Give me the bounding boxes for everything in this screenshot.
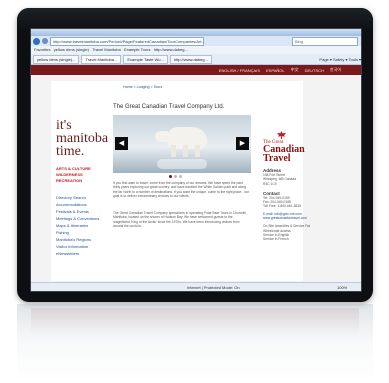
ice-reflection (157, 159, 207, 169)
page-menu[interactable]: Page ▾ (319, 57, 331, 62)
favorite-item[interactable]: Travel Manitoba (92, 47, 121, 52)
company-info-panel: The Great Canadian Travel Address 158 Fo… (263, 131, 310, 242)
language-link[interactable]: 한국어 (330, 67, 341, 73)
tools-menu[interactable]: Tools ▾ (349, 57, 361, 62)
language-link[interactable]: DEUTSCH (305, 68, 324, 73)
window-titlebar (31, 29, 361, 36)
polar-bear-leg (183, 145, 188, 157)
tab-3[interactable]: Example Taste Wo... (123, 54, 168, 64)
safety-menu[interactable]: Safety ▾ (333, 57, 347, 62)
page-title: The Great Canadian Travel Company Ltd. (113, 104, 225, 110)
slideshow-dots (169, 175, 182, 178)
tab-2[interactable]: Travel Manitoba... (81, 54, 122, 64)
maple-leaf-icon (277, 131, 286, 139)
monitor-reflection (17, 304, 373, 383)
slide-dot[interactable] (179, 175, 182, 178)
polar-bear-leg (195, 145, 200, 157)
language-link[interactable]: ENGLISH / FRANÇAIS (219, 68, 260, 73)
web-page: ENGLISH / FRANÇAIS ESPAÑOL 中文 DEUTSCH 한국… (31, 65, 361, 282)
back-button[interactable] (33, 37, 40, 45)
body-paragraph: The Great Canadian Travel Company specia… (113, 211, 247, 228)
submenu-item[interactable]: Directory Search (56, 194, 111, 201)
tab-1[interactable]: yellow dens (single)... (33, 54, 80, 64)
chevron-left-icon[interactable]: ◀ (115, 137, 128, 150)
security-zone[interactable]: Internet | Protected Mode: On (187, 283, 240, 291)
favorites-button[interactable]: Favorites (34, 47, 50, 52)
favorite-item[interactable]: http://www.dabeg... (154, 47, 188, 52)
address-bar: http://www.travelmanitoba.com/Perlord/Pa… (31, 36, 361, 46)
language-link[interactable]: 中文 (291, 67, 299, 73)
monitor-frame: http://www.travelmanitoba.com/Perlord/Pa… (17, 8, 373, 302)
menu-item-recreation[interactable]: RECREATION (56, 178, 111, 184)
polar-bear-leg (171, 145, 176, 157)
url-input[interactable]: http://www.travelmanitoba.com/Perlord/Pa… (50, 36, 204, 46)
language-bar: ENGLISH / FRANÇAIS ESPAÑOL 中文 DEUTSCH 한국… (31, 65, 361, 75)
favorite-item[interactable]: yellow dens (single) (54, 47, 89, 52)
search-input[interactable]: Bing (292, 36, 358, 46)
brand-logo-line[interactable]: time. (51, 145, 111, 159)
secondary-menu: Directory Search Accommodations Festival… (51, 194, 111, 257)
command-bar: Page ▾ Safety ▾ Tools ▾ (319, 57, 361, 62)
submenu-item[interactable]: eNewsletters (56, 250, 111, 257)
submenu-item[interactable]: Fishing (56, 229, 111, 236)
chevron-right-icon[interactable]: ▶ (236, 137, 249, 150)
status-bar: Internet | Protected Mode: On 100% (31, 282, 361, 291)
submenu-item[interactable]: Meetings & Conventions (56, 215, 111, 222)
forward-button[interactable] (42, 38, 48, 44)
submenu-item[interactable]: Manitoba's Regions (56, 236, 111, 243)
submenu-item[interactable]: Festivals & Events (56, 208, 111, 215)
polar-bear-head (155, 131, 171, 142)
zoom-level[interactable]: 100% (337, 283, 347, 291)
submenu-item[interactable]: Maps & Itineraries (56, 222, 111, 229)
amenity-line: Service in French (263, 237, 289, 242)
primary-menu: ARTS & CULTURE WILDERNESS RECREATION (51, 166, 111, 184)
browser-window: http://www.travelmanitoba.com/Perlord/Pa… (30, 28, 362, 292)
breadcrumb[interactable]: Home > Lodging > Tours (123, 85, 162, 89)
address-line: R3C 1C9 (263, 181, 277, 186)
hero-slideshow: ◀ ▶ (113, 115, 251, 173)
reflection-band (31, 308, 359, 334)
slide-dot[interactable] (174, 175, 177, 178)
website-link[interactable]: www.greatcanadiantravel.com (263, 216, 307, 220)
submenu-item[interactable]: Visitor Information (56, 243, 111, 250)
company-logo-text: Travel (263, 153, 291, 164)
language-link[interactable]: ESPAÑOL (266, 68, 285, 73)
contact-line: Toll Free: 1-800-661-3830 (263, 204, 301, 209)
submenu-item[interactable]: Accommodations (56, 201, 111, 208)
site-sidebar-left: it's manitoba time. ARTS & CULTURE WILDE… (51, 81, 111, 281)
site-main-content: Home > Lodging > Tours The Great Canadia… (111, 81, 310, 281)
favorite-item[interactable]: Example Tours (124, 47, 150, 52)
body-paragraph: If you first want to travel, come from t… (113, 181, 249, 198)
tab-bar: yellow dens (single)... Travel Manitoba.… (31, 54, 361, 65)
slide-dot[interactable] (169, 175, 172, 178)
tab-4[interactable]: http://www.dabeg... (169, 54, 212, 64)
